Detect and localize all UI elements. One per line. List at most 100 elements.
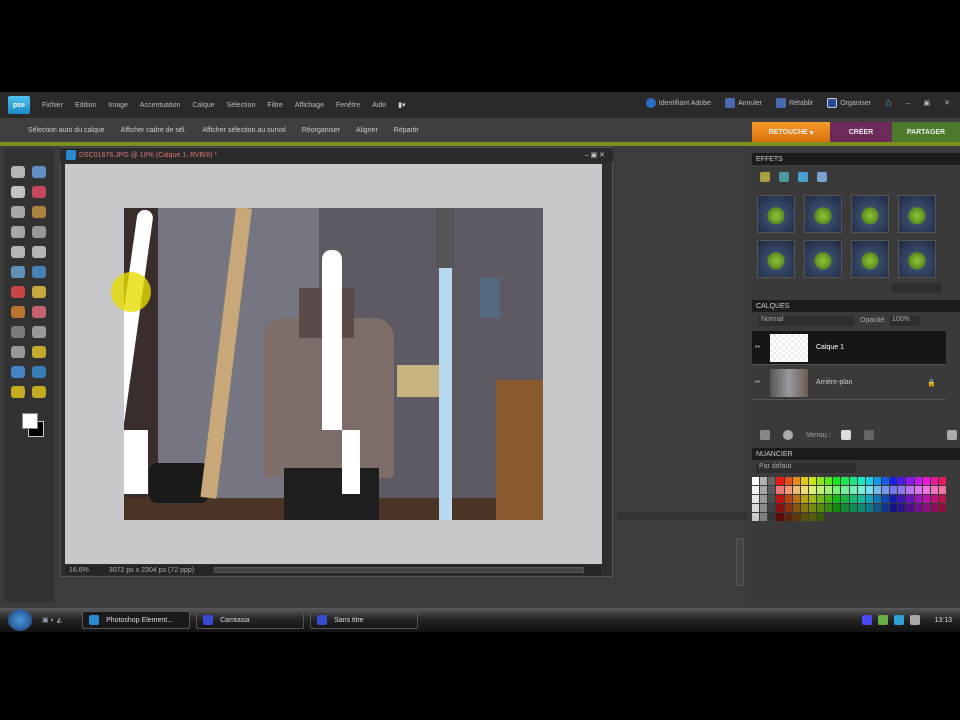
color-swatch[interactable] — [914, 495, 922, 503]
lock-transparency-icon[interactable] — [840, 430, 851, 440]
color-swatch[interactable] — [865, 495, 873, 503]
color-swatch[interactable] — [808, 495, 816, 503]
crop-tool-icon[interactable] — [32, 246, 46, 258]
custom-tool-icon[interactable] — [32, 386, 46, 398]
color-swatch[interactable] — [841, 504, 849, 512]
adjustment-layer-icon[interactable] — [783, 430, 793, 440]
color-swatch[interactable] — [760, 486, 768, 494]
menu-enhance[interactable]: Accentuation — [140, 102, 180, 109]
color-swatch[interactable] — [784, 477, 792, 485]
color-swatch[interactable] — [930, 513, 938, 521]
minimize-button[interactable]: – — [906, 100, 910, 107]
color-swatch[interactable] — [898, 504, 906, 512]
color-swatch[interactable] — [760, 477, 768, 485]
color-swatch[interactable] — [906, 495, 914, 503]
color-swatch[interactable] — [833, 504, 841, 512]
color-swatch[interactable] — [817, 504, 825, 512]
color-swatch[interactable] — [760, 513, 768, 521]
color-swatch[interactable] — [849, 504, 857, 512]
color-swatch[interactable] — [825, 513, 833, 521]
color-swatch[interactable] — [914, 513, 922, 521]
foreground-color-swatch-front[interactable] — [22, 413, 38, 429]
color-swatch[interactable] — [825, 477, 833, 485]
effect-thumbnail[interactable] — [851, 240, 889, 278]
color-swatch[interactable] — [784, 504, 792, 512]
color-swatch[interactable] — [857, 513, 865, 521]
tray-icon[interactable] — [878, 615, 889, 625]
layer-row[interactable]: •• Arrière-plan 🔒 — [752, 366, 946, 400]
distribute-dropdown[interactable]: Répartir — [394, 127, 419, 134]
blur-tool-icon[interactable] — [32, 366, 46, 378]
color-swatch[interactable] — [792, 495, 800, 503]
color-swatch[interactable] — [865, 513, 873, 521]
color-swatch[interactable] — [808, 486, 816, 494]
menu-filter[interactable]: Filtre — [267, 102, 283, 109]
color-swatch[interactable] — [841, 486, 849, 494]
menu-help[interactable]: Aide — [372, 102, 386, 109]
close-button[interactable]: ✕ — [944, 99, 950, 107]
color-swatch[interactable] — [768, 513, 776, 521]
color-swatch[interactable] — [752, 477, 760, 485]
color-swatch[interactable] — [849, 486, 857, 494]
menu-view[interactable]: Affichage — [295, 102, 324, 109]
volume-icon[interactable] — [910, 615, 921, 625]
swatches-panel-header[interactable]: NUANCIER — [752, 448, 960, 460]
color-swatch[interactable] — [817, 495, 825, 503]
tray-icon[interactable] — [894, 615, 905, 625]
move-tool-icon[interactable] — [11, 166, 25, 178]
apply-button[interactable] — [892, 283, 942, 293]
visibility-eye-icon[interactable]: •• — [752, 344, 766, 351]
cookie-cutter-tool-icon[interactable] — [11, 266, 25, 278]
taskbar-item-untitled[interactable]: Sans titre — [310, 611, 419, 629]
color-swatch[interactable] — [784, 513, 792, 521]
layer-styles-icon[interactable] — [779, 172, 789, 182]
color-swatch[interactable] — [752, 495, 760, 503]
opacity-field[interactable]: 100% — [890, 316, 920, 326]
color-swatch[interactable] — [873, 495, 881, 503]
selection-brush-tool-icon[interactable] — [32, 226, 46, 238]
color-swatch[interactable] — [792, 486, 800, 494]
tab-create[interactable]: CRÉER — [830, 122, 892, 143]
bin-scrollbar[interactable] — [736, 538, 744, 586]
type-tool-icon[interactable] — [11, 246, 25, 258]
color-swatch[interactable] — [922, 477, 930, 485]
effect-thumbnail[interactable] — [804, 240, 842, 278]
color-swatch[interactable] — [808, 477, 816, 485]
eyedropper-tool-icon[interactable] — [32, 186, 46, 198]
auto-select-layer-checkbox[interactable]: Sélection auto du calque — [28, 127, 105, 134]
layer-row-selected[interactable]: •• Calque 1 — [752, 331, 946, 365]
color-swatch[interactable] — [914, 477, 922, 485]
marquee-tool-icon[interactable] — [11, 206, 25, 218]
color-swatch[interactable] — [841, 513, 849, 521]
layers-panel-header[interactable]: CALQUES — [752, 300, 960, 312]
redo-button[interactable]: Rétablir — [776, 98, 813, 108]
effects-panel-header[interactable]: EFFETS — [752, 153, 960, 165]
effect-thumbnail[interactable] — [898, 195, 936, 233]
color-swatch[interactable] — [776, 495, 784, 503]
color-swatch[interactable] — [882, 495, 890, 503]
color-swatch[interactable] — [825, 495, 833, 503]
photo-effects-icon[interactable] — [798, 172, 808, 182]
color-swatch[interactable] — [808, 513, 816, 521]
color-swatch[interactable] — [890, 495, 898, 503]
color-swatch[interactable] — [930, 504, 938, 512]
color-swatch[interactable] — [841, 477, 849, 485]
magic-wand-tool-icon[interactable] — [11, 226, 25, 238]
blend-mode-dropdown[interactable]: Normal — [758, 316, 854, 326]
color-swatch[interactable] — [833, 477, 841, 485]
maximize-button[interactable]: ▣ — [924, 99, 931, 107]
smart-brush-tool-icon[interactable] — [32, 326, 46, 338]
start-button[interactable] — [8, 609, 32, 631]
new-layer-icon[interactable] — [760, 430, 770, 440]
color-swatch[interactable] — [906, 486, 914, 494]
color-swatch[interactable] — [938, 504, 946, 512]
color-swatch[interactable] — [922, 486, 930, 494]
color-swatch[interactable] — [792, 504, 800, 512]
color-swatch[interactable] — [938, 477, 946, 485]
color-swatch[interactable] — [930, 477, 938, 485]
eraser-tool-icon[interactable] — [32, 306, 46, 318]
menu-layer[interactable]: Calque — [192, 102, 214, 109]
arrange-dropdown[interactable]: Réorganiser — [302, 127, 340, 134]
color-swatch[interactable] — [752, 486, 760, 494]
color-swatch[interactable] — [938, 495, 946, 503]
